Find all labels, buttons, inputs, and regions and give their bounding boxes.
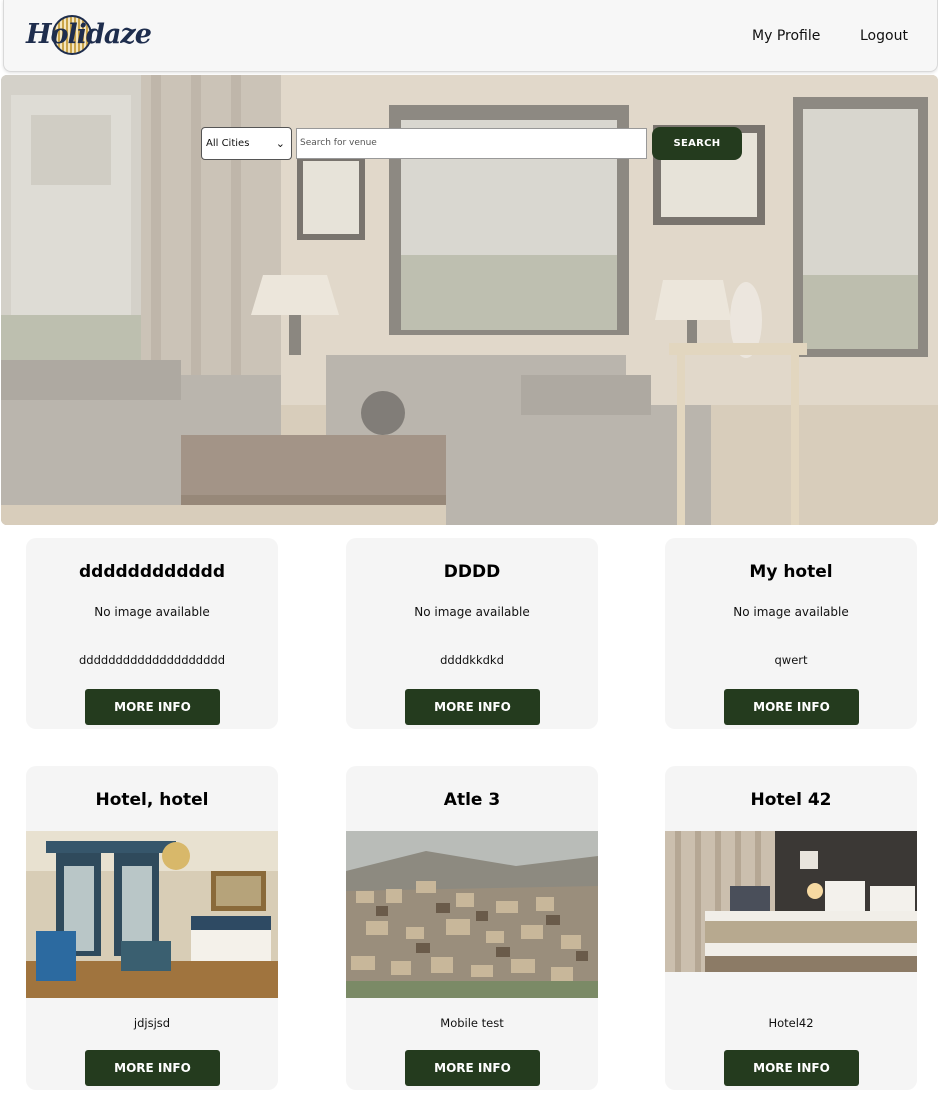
holidaze-logo[interactable]: Holidaze <box>26 13 152 59</box>
search-button[interactable]: SEARCH <box>652 127 742 160</box>
more-info-button[interactable]: MORE INFO <box>405 1050 540 1086</box>
city-select-value: All Cities <box>206 138 250 149</box>
nav-logout-link[interactable]: Logout <box>860 28 908 44</box>
venue-card-title: My hotel <box>749 562 833 582</box>
nav-my-profile-link[interactable]: My Profile <box>752 28 820 44</box>
venue-card-description: jdjsjsd <box>133 1016 171 1030</box>
venue-search-input[interactable]: Search for venue <box>296 128 647 159</box>
venue-card: My hotel No image available qwert MORE I… <box>665 538 917 729</box>
venue-card-title: DDDD <box>443 562 501 582</box>
more-info-button[interactable]: MORE INFO <box>405 689 540 725</box>
venue-card-description: ddddkkdkd <box>440 653 504 667</box>
venue-card-description: Mobile test <box>440 1016 504 1030</box>
venue-image[interactable] <box>26 831 278 998</box>
venue-image[interactable] <box>665 831 917 972</box>
chevron-down-icon: ⌄ <box>275 137 285 150</box>
venue-card-title: dddddddddddd <box>78 562 226 582</box>
more-info-button[interactable]: MORE INFO <box>85 689 220 725</box>
modern-hotel-bedroom-photo <box>665 831 917 972</box>
venue-card-title: Hotel, hotel <box>95 790 209 810</box>
no-image-text: No image available <box>414 605 530 619</box>
venue-card-title: Atle 3 <box>443 790 501 810</box>
site-header: Holidaze My Profile Logout <box>3 0 938 72</box>
no-image-text: No image available <box>94 605 210 619</box>
venue-card: Hotel, hotel jdjsjsd MORE INFO <box>26 766 278 1090</box>
logo-wordmark: Holidaze <box>26 19 152 50</box>
more-info-button[interactable]: MORE INFO <box>85 1050 220 1086</box>
city-select[interactable]: All Cities ⌄ <box>201 127 292 160</box>
venue-image[interactable] <box>346 831 598 998</box>
venue-card: DDDD No image available ddddkkdkd MORE I… <box>346 538 598 729</box>
venue-card: Atle 3 Mobile test MORE INFO <box>346 766 598 1090</box>
hillside-city-photo <box>346 831 598 998</box>
venue-card-description: dddddddddddddddddddd <box>79 653 225 667</box>
more-info-button[interactable]: MORE INFO <box>724 689 859 725</box>
venue-card: Hotel 42 Hotel42 MORE INFO <box>665 766 917 1090</box>
venue-card-description: qwert <box>774 653 808 667</box>
venue-card-description: Hotel42 <box>768 1016 814 1030</box>
no-image-text: No image available <box>733 605 849 619</box>
venue-card: dddddddddddd No image available dddddddd… <box>26 538 278 729</box>
classic-hotel-room-photo <box>26 831 278 998</box>
more-info-button[interactable]: MORE INFO <box>724 1050 859 1086</box>
venue-card-title: Hotel 42 <box>750 790 832 810</box>
